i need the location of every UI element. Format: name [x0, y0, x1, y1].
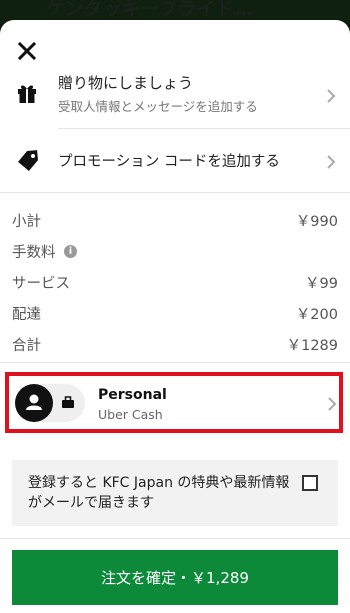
promo-label: プロモーション コードを追加する: [58, 154, 280, 170]
tag-icon: [18, 150, 38, 171]
subtotal-value: ￥990: [295, 214, 338, 230]
gift-subtitle: 受取人情報とメッセージを追加する: [58, 99, 258, 114]
total-value: ￥1289: [286, 338, 338, 354]
service-row: サービス ￥99: [12, 268, 338, 299]
chevron-right-icon: [328, 397, 337, 411]
store-title: ケンタッキーフライド…: [46, 0, 254, 20]
avatar: [15, 384, 53, 422]
gift-icon: [18, 85, 36, 103]
confirm-order-button[interactable]: 注文を確定・￥1,289: [12, 550, 338, 605]
profile-toggle[interactable]: [15, 384, 85, 422]
gift-title: 贈り物にしましょう: [58, 74, 194, 92]
divider: [0, 538, 350, 539]
subtotal-label: 小計: [12, 214, 41, 230]
delivery-value: ￥200: [295, 307, 338, 323]
checkout-sheet: 贈り物にしましょう 受取人情報とメッセージを追加する プロモーション コードを追…: [0, 20, 350, 613]
fee-row: 手数料 i: [12, 237, 338, 268]
divider: [0, 362, 350, 363]
payment-profile-name: Personal: [98, 387, 167, 403]
chevron-right-icon: [327, 89, 336, 103]
delivery-row: 配達 ￥200: [12, 299, 338, 330]
payment-method-name: Uber Cash: [98, 407, 163, 422]
total-row: 合計 ￥1289: [12, 330, 338, 361]
briefcase-icon: [62, 396, 74, 408]
divider: [58, 128, 350, 129]
delivery-label: 配達: [12, 307, 41, 323]
chevron-right-icon: [327, 155, 336, 169]
fee-label: 手数料: [12, 245, 56, 261]
fee-breakdown: 小計 ￥990 手数料 i サービス ￥99 配達 ￥200 合計 ￥1289: [12, 206, 338, 361]
optin-text: 登録すると KFC Japan の特典や最新情報がメールで届きます: [28, 475, 290, 511]
person-icon: [26, 394, 42, 410]
marketing-optin[interactable]: 登録すると KFC Japan の特典や最新情報がメールで届きます: [12, 460, 338, 526]
subtotal-row: 小計 ￥990: [12, 206, 338, 237]
close-icon: [17, 41, 37, 61]
payment-method-selector[interactable]: Personal Uber Cash: [5, 372, 343, 433]
total-label: 合計: [12, 338, 41, 354]
promo-code-row[interactable]: プロモーション コードを追加する: [0, 138, 350, 186]
service-value: ￥99: [305, 276, 338, 292]
info-icon[interactable]: i: [64, 245, 77, 258]
service-label: サービス: [12, 276, 70, 292]
divider: [0, 192, 350, 193]
close-button[interactable]: [14, 38, 40, 64]
optin-checkbox[interactable]: [302, 475, 318, 491]
gift-row[interactable]: 贈り物にしましょう 受取人情報とメッセージを追加する: [0, 70, 350, 128]
